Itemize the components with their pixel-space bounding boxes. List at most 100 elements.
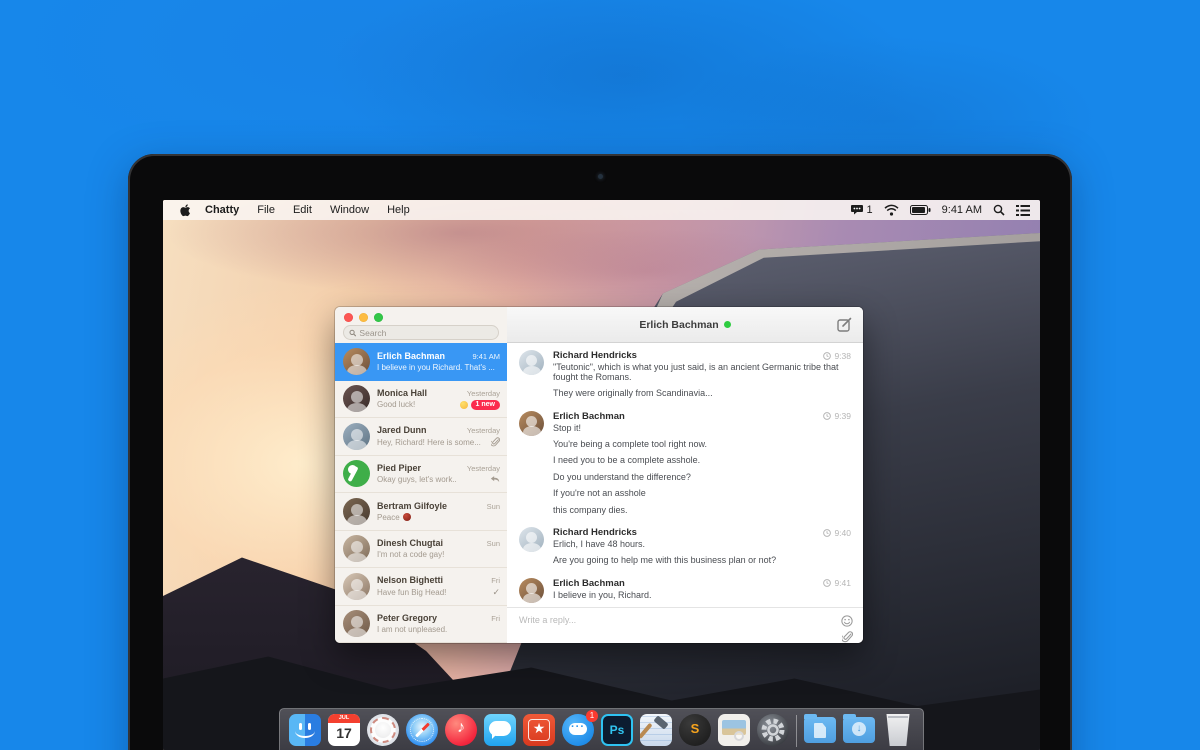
dock-finder-icon[interactable] [289, 714, 321, 746]
conversation-preview: Peace [377, 513, 400, 522]
conversation-item-monica[interactable]: Monica Hall Yesterday Good luck! 1 new [335, 381, 507, 419]
battery-icon[interactable] [910, 205, 931, 215]
calendar-month: JUL [328, 714, 360, 723]
message-text: They were originally from Scandinavia... [553, 389, 851, 399]
conversation-item-bertram[interactable]: Bertram Gilfoyle Sun Peace [335, 493, 507, 531]
avatar [519, 350, 544, 375]
avatar [343, 423, 370, 450]
message-text: this company dies. [553, 506, 851, 516]
online-indicator [724, 321, 731, 328]
paperclip-icon [491, 437, 500, 448]
reply-bar [507, 607, 863, 643]
wifi-icon[interactable] [884, 204, 899, 216]
macbook-screen: Chatty File Edit Window Help 1 [163, 200, 1040, 750]
notification-center-icon[interactable] [1016, 205, 1030, 216]
dock-messages-icon[interactable] [484, 714, 516, 746]
conversation-name: Monica Hall [377, 388, 427, 398]
conversation-item-jared[interactable]: Jared Dunn Yesterday Hey, Richard! Here … [335, 418, 507, 456]
conversation-preview: Good luck! [377, 400, 457, 409]
message-text: Do you understand the difference? [553, 473, 851, 483]
dock-itunes-icon[interactable]: ♪ [445, 714, 477, 746]
clock-icon [823, 352, 831, 360]
message: Richard Hendricks 9:38 "Teutonic", whic [519, 350, 851, 406]
avatar [343, 498, 370, 525]
search-input[interactable] [359, 328, 493, 338]
conversation-preview: I'm not a code gay! [377, 550, 500, 559]
avatar [343, 348, 370, 375]
gear-icon [757, 714, 789, 746]
macbook-frame: Chatty File Edit Window Help 1 [128, 154, 1072, 750]
message-text: Erlich, I have 48 hours. [553, 540, 851, 550]
menu-window[interactable]: Window [330, 204, 369, 216]
avatar [343, 573, 370, 600]
dock-divider [796, 715, 797, 747]
conversation-time: 9:41 AM [472, 352, 500, 361]
dock-documents-folder-icon[interactable] [804, 714, 836, 746]
dock-mail-icon[interactable] [367, 714, 399, 746]
conversation-name: Pied Piper [377, 463, 421, 473]
message: Erlich Bachman 9:41 I believe in you, R [519, 578, 851, 607]
spotlight-search-icon[interactable] [993, 204, 1005, 216]
message: Erlich Bachman 9:39 Stop it! [519, 411, 851, 522]
menu-help[interactable]: Help [387, 204, 410, 216]
conversation-time: Sun [487, 502, 500, 511]
dock-system-preferences-icon[interactable] [757, 714, 789, 746]
chatty-window: Erlich Bachman 9:41 AM I believe in you … [335, 307, 863, 643]
dock: JUL 17 ♪ ★ 1 Ps [279, 708, 924, 750]
chat-status-count: 1 [867, 204, 873, 216]
close-button[interactable] [344, 313, 353, 322]
menu-app-name[interactable]: Chatty [205, 204, 239, 216]
menu-file[interactable]: File [257, 204, 275, 216]
clock-icon [823, 529, 831, 537]
message-sender: Erlich Bachman [553, 411, 625, 422]
conversation-item-peter[interactable]: Peter Gregory Fri I am not unpleased. [335, 606, 507, 644]
notification-badge: 1 [586, 710, 598, 722]
dock-calendar-icon[interactable]: JUL 17 [328, 714, 360, 746]
dock-preview-icon[interactable] [718, 714, 750, 746]
dock-wunderlist-icon[interactable]: ★ [523, 714, 555, 746]
emoji-icon[interactable] [841, 615, 853, 627]
menu-edit[interactable]: Edit [293, 204, 312, 216]
attach-paperclip-icon[interactable] [842, 631, 853, 643]
chat-bubble-icon [851, 204, 865, 216]
apple-menu-icon[interactable] [179, 204, 191, 217]
menu-bar: Chatty File Edit Window Help 1 [163, 200, 1040, 220]
sidebar-header [335, 307, 507, 343]
minimize-button[interactable] [359, 313, 368, 322]
message-time: 9:41 [823, 578, 851, 588]
message-sender: Richard Hendricks [553, 350, 637, 361]
calendar-day: 17 [328, 723, 360, 744]
conversation-time: Fri [491, 576, 500, 585]
dock-photoshop-icon[interactable]: Ps [601, 714, 633, 746]
dock-trash-icon[interactable] [882, 714, 914, 746]
clock-icon [823, 412, 831, 420]
conversation-name: Bertram Gilfoyle [377, 501, 447, 511]
conversation-name: Nelson Bighetti [377, 575, 443, 585]
conversation-time: Sun [487, 539, 500, 548]
conversation-preview: I believe in you Richard. That's ... [377, 363, 500, 372]
message-text: I need you to be a complete asshole. [553, 456, 851, 466]
conversation-item-nelson[interactable]: Nelson Bighetti Fri Have fun Big Head! ✓ [335, 568, 507, 606]
chat-title: Erlich Bachman [639, 319, 718, 331]
menu-bar-clock[interactable]: 9:41 AM [942, 204, 982, 216]
conversation-sidebar: Erlich Bachman 9:41 AM I believe in you … [335, 307, 507, 643]
dock-chatty-icon[interactable]: 1 [562, 714, 594, 746]
dock-xcode-icon[interactable] [640, 714, 672, 746]
chat-status-item[interactable]: 1 [851, 204, 873, 216]
message-text: I believe in you, Richard. [553, 591, 851, 601]
dock-downloads-folder-icon[interactable] [843, 714, 875, 746]
reply-input[interactable] [519, 615, 833, 625]
message: Richard Hendricks 9:40 Erlich, I have 4 [519, 527, 851, 573]
conversation-item-erlich[interactable]: Erlich Bachman 9:41 AM I believe in you … [335, 343, 507, 381]
dock-sublime-icon[interactable]: S [679, 714, 711, 746]
message-time: 9:39 [823, 411, 851, 421]
conversation-name: Dinesh Chugtai [377, 538, 443, 548]
clock-icon [823, 579, 831, 587]
compose-icon[interactable] [837, 317, 853, 333]
conversation-item-dinesh[interactable]: Dinesh Chugtai Sun I'm not a code gay! [335, 531, 507, 569]
search-field[interactable] [343, 325, 499, 340]
conversation-item-pied-piper[interactable]: Pied Piper Yesterday Okay guys, let's wo… [335, 456, 507, 494]
zoom-button[interactable] [374, 313, 383, 322]
dock-safari-icon[interactable] [406, 714, 438, 746]
conversation-preview: Hey, Richard! Here is some... [377, 438, 488, 447]
